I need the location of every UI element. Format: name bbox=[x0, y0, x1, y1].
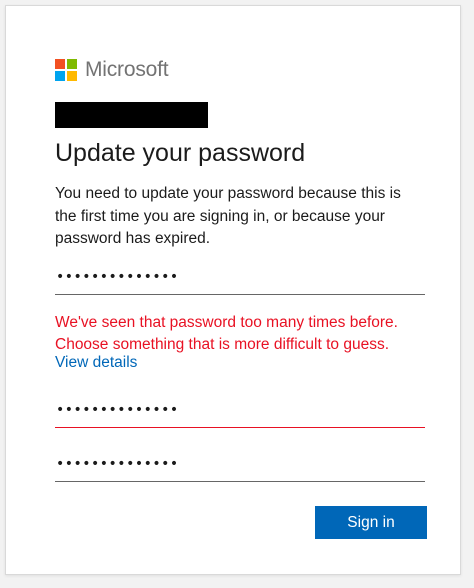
redacted-account-name bbox=[55, 102, 208, 128]
brand-name: Microsoft bbox=[85, 58, 169, 81]
current-password-field[interactable] bbox=[55, 259, 425, 295]
page-title: Update your password bbox=[55, 139, 306, 167]
brand-header: Microsoft bbox=[55, 57, 169, 83]
sign-in-button[interactable]: Sign in bbox=[315, 506, 427, 539]
view-details-link[interactable]: View details bbox=[55, 354, 137, 372]
confirm-password-field[interactable] bbox=[55, 446, 425, 482]
sign-in-card: Microsoft Update your password You need … bbox=[5, 5, 461, 575]
new-password-field[interactable] bbox=[55, 392, 425, 428]
password-error-message: We've seen that password too many times … bbox=[55, 314, 398, 353]
microsoft-logo-icon bbox=[55, 59, 77, 81]
page-description: You need to update your password because… bbox=[55, 185, 401, 247]
